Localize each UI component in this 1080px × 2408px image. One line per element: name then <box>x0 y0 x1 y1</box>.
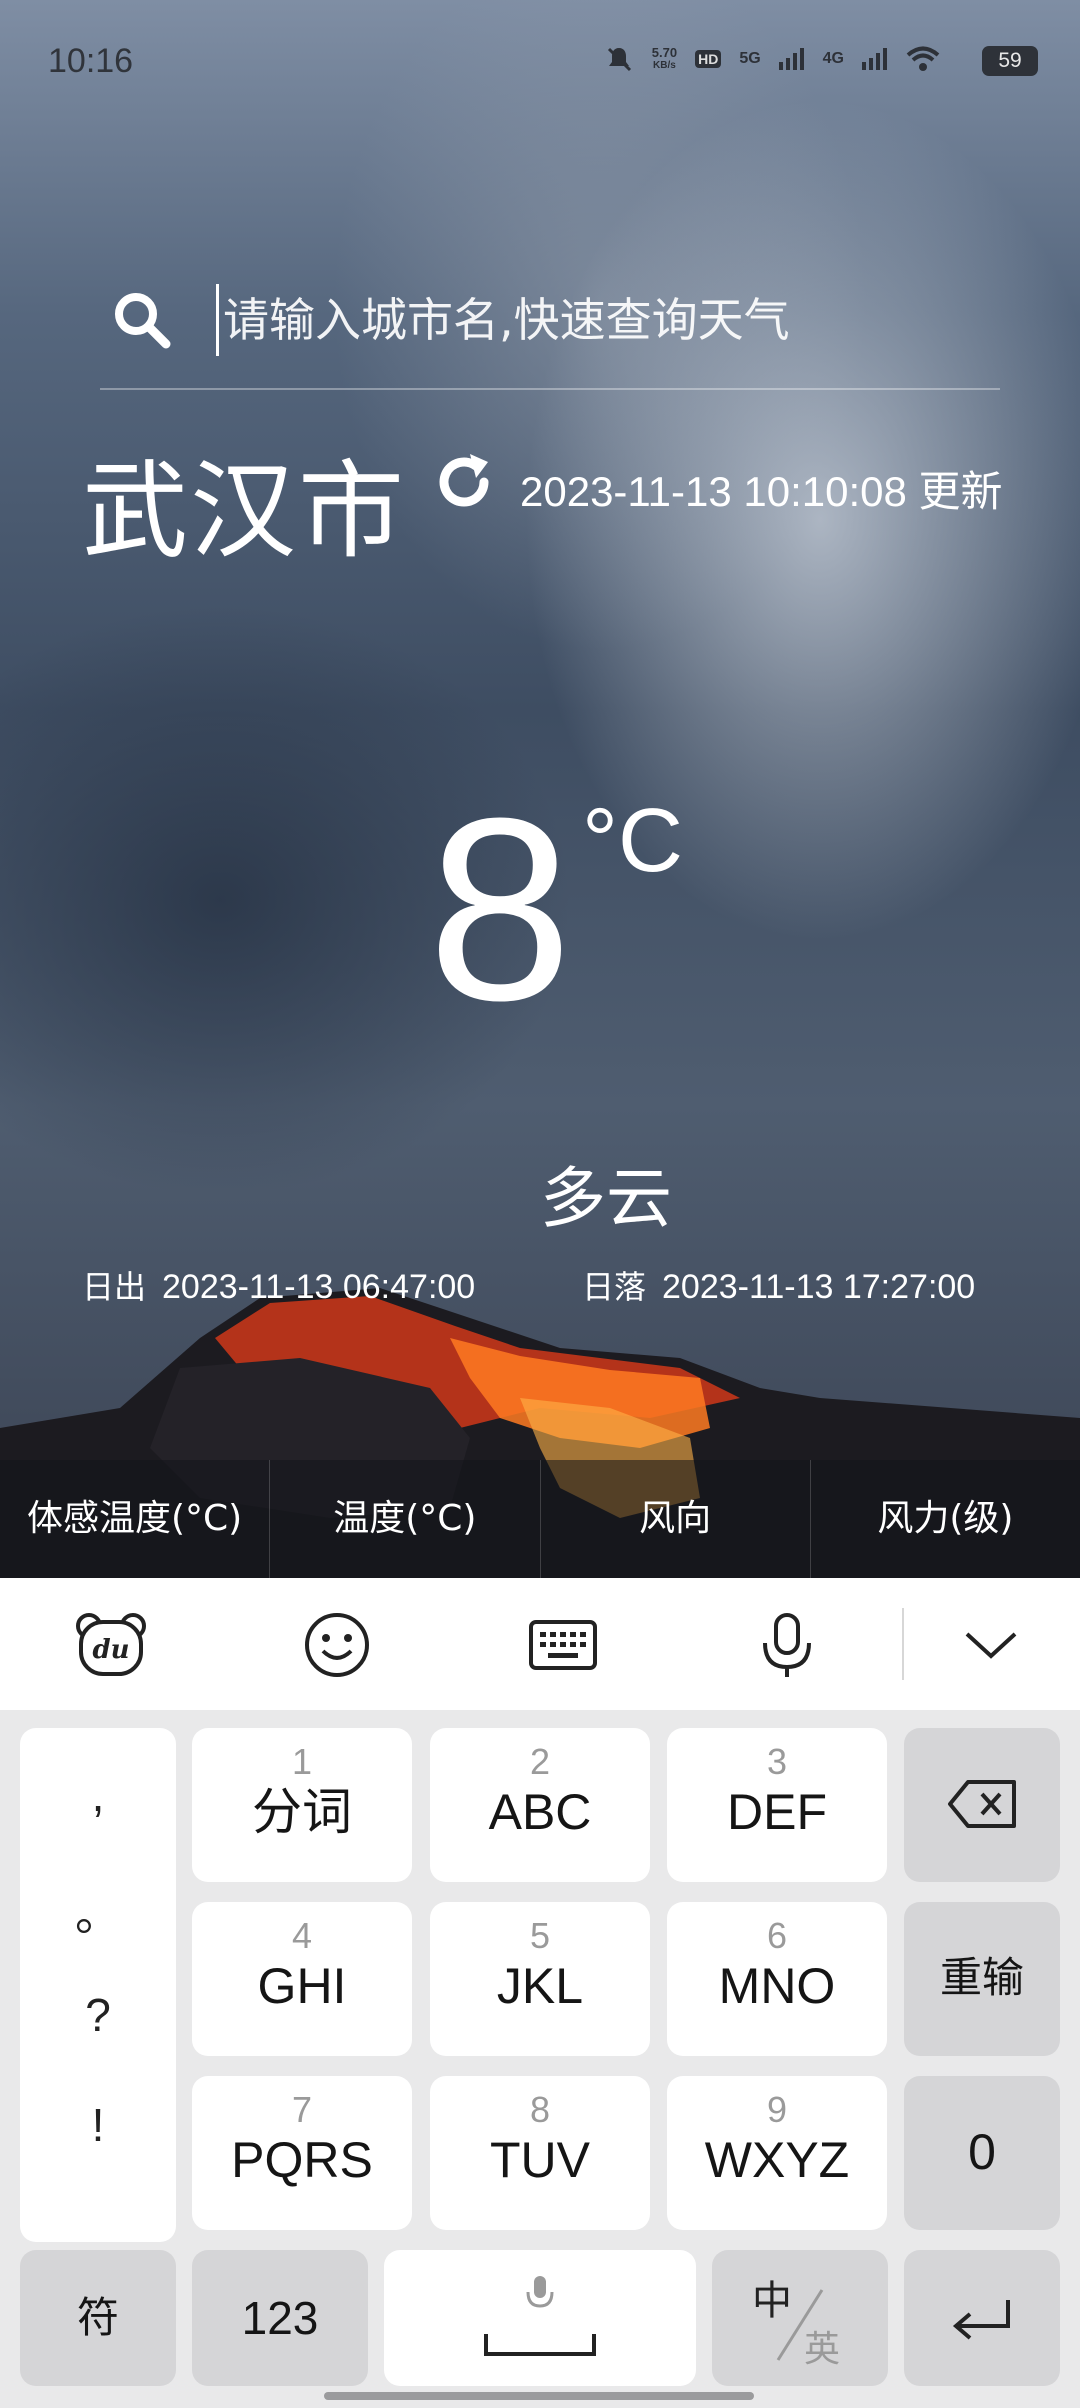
baidu-logo-button[interactable]: du <box>66 1600 156 1690</box>
key-number: 9 <box>766 2089 788 2130</box>
retype-label: 重输 <box>939 1953 1024 2002</box>
key-2[interactable]: 2 ABC <box>430 1728 650 1882</box>
punct-exclaim[interactable]: ! <box>20 2098 176 2152</box>
backspace-icon <box>948 1780 1016 1828</box>
key-9[interactable]: 9 WXYZ <box>667 2076 887 2230</box>
key-number: 5 <box>529 1915 551 1956</box>
toolbar-divider <box>902 1608 904 1680</box>
net-speed-unit: KB/s <box>653 60 676 71</box>
header-wind-direction: 风向 <box>541 1460 811 1578</box>
key-8[interactable]: 8 TUV <box>430 2076 650 2230</box>
key-number: 4 <box>291 1915 313 1956</box>
status-time: 10:16 <box>48 42 134 80</box>
symbol-label: 符 <box>76 2293 119 2342</box>
numeric-key[interactable]: 123 <box>192 2250 368 2386</box>
wifi-icon <box>906 46 940 71</box>
voice-input-button[interactable] <box>742 1600 832 1690</box>
t9-keyboard: , 。 ? ! 1 分词 2 ABC 3 DEF 4 GHI 5 JKL 6 M… <box>0 1710 1080 2408</box>
key-7[interactable]: 7 PQRS <box>192 2076 412 2230</box>
slash-divider <box>776 2289 824 2361</box>
punctuation-column[interactable]: , 。 ? ! <box>20 1728 176 2242</box>
backspace-key[interactable] <box>904 1728 1060 1882</box>
refresh-icon[interactable] <box>430 448 498 516</box>
mic-icon <box>763 1613 811 1677</box>
weather-details-header: 体感温度(°C) 温度(°C) 风向 风力(级) <box>0 1460 1080 1578</box>
key-letters: PQRS <box>231 2132 373 2188</box>
signal-5g: 5G <box>739 50 761 67</box>
weather-condition: 多云 <box>540 1160 672 1237</box>
enter-key[interactable] <box>904 2250 1060 2386</box>
sunset-time: 2023-11-13 17:27:00 <box>662 1268 976 1306</box>
punct-comma[interactable]: , <box>20 1768 176 1822</box>
key-number: 2 <box>529 1741 551 1782</box>
punct-period[interactable]: 。 <box>20 1878 176 1944</box>
mute-bell-icon <box>607 47 631 72</box>
lang-en-label: 英 <box>804 2329 841 2370</box>
status-bar: 10:16 5.70 KB/s HD 5G 4G 59 <box>0 36 1080 92</box>
language-switch-key[interactable]: 中 英 <box>712 2250 888 2386</box>
sunrise-time: 2023-11-13 06:47:00 <box>162 1268 476 1306</box>
temperature-unit: °C <box>582 791 683 891</box>
key-letters: JKL <box>496 1958 584 2014</box>
sunrise-info: 日出 2023-11-13 06:47:00 <box>82 1262 475 1308</box>
key-letters: MNO <box>718 1958 836 2014</box>
key-5[interactable]: 5 JKL <box>430 1902 650 2056</box>
signal-4g: 4G <box>822 50 844 67</box>
numeric-label: 123 <box>241 2292 319 2344</box>
header-wind-force: 风力(级) <box>877 1498 1014 1539</box>
key-6[interactable]: 6 MNO <box>667 1902 887 2056</box>
emoji-icon <box>305 1613 369 1677</box>
net-speed: 5.70 KB/s <box>652 46 677 72</box>
key-number: 1 <box>291 1741 313 1782</box>
zero-label: 0 <box>968 2124 996 2180</box>
retype-key[interactable]: 重输 <box>904 1902 1060 2056</box>
signal-bars-icon <box>862 48 887 70</box>
keyboard-icon <box>529 1620 597 1670</box>
key-letters: 分词 <box>252 1783 352 1841</box>
key-letters: GHI <box>257 1958 347 2014</box>
sunrise-label: 日出 <box>82 1268 147 1306</box>
baidu-logo-icon: du <box>76 1613 146 1676</box>
sunset-info: 日落 2023-11-13 17:27:00 <box>582 1262 975 1308</box>
key-letters: DEF <box>727 1784 827 1840</box>
city-search-bar <box>100 280 1000 390</box>
key-letters: TUV <box>490 2132 590 2188</box>
sunset-label: 日落 <box>582 1268 647 1306</box>
header-feels-like: 体感温度(°C) <box>0 1460 271 1578</box>
battery-indicator: 59 <box>982 46 1038 76</box>
signal-bars-icon <box>778 48 804 70</box>
home-indicator[interactable] <box>324 2392 754 2400</box>
status-icons: 5.70 KB/s HD 5G 4G <box>604 44 940 74</box>
collapse-keyboard-button[interactable] <box>946 1600 1036 1690</box>
keyboard-toolbar: du <box>0 1578 1080 1710</box>
header-temperature: 温度(°C) <box>270 1460 541 1578</box>
key-4[interactable]: 4 GHI <box>192 1902 412 2056</box>
chevron-down-icon <box>965 1632 1017 1659</box>
key-number: 7 <box>291 2089 313 2130</box>
current-temperature: 8 <box>427 765 573 1055</box>
city-search-input[interactable] <box>216 284 976 356</box>
search-icon[interactable] <box>110 288 174 352</box>
space-key[interactable] <box>384 2250 696 2386</box>
symbol-key[interactable]: 符 <box>20 2250 176 2386</box>
mic-icon <box>526 2276 554 2308</box>
key-3[interactable]: 3 DEF <box>667 1728 887 1882</box>
city-name: 武汉市 <box>82 450 406 573</box>
keyboard-switch-button[interactable] <box>518 1600 608 1690</box>
punct-question[interactable]: ? <box>20 1988 176 2042</box>
key-letters: WXYZ <box>704 2132 850 2188</box>
enter-icon <box>952 2300 1010 2340</box>
hd-badge: HD <box>695 50 722 68</box>
key-number: 3 <box>766 1741 788 1782</box>
svg-text:du: du <box>92 1635 129 1665</box>
key-0[interactable]: 0 <box>904 2076 1060 2230</box>
net-speed-value: 5.70 <box>651 45 678 60</box>
update-time: 2023-11-13 10:10:08 更新 <box>520 468 1003 515</box>
key-number: 8 <box>529 2089 551 2130</box>
key-1[interactable]: 1 分词 <box>192 1728 412 1882</box>
key-letters: ABC <box>488 1784 592 1840</box>
emoji-button[interactable] <box>292 1600 382 1690</box>
key-number: 6 <box>766 1915 788 1956</box>
space-bar-icon <box>484 2334 596 2356</box>
